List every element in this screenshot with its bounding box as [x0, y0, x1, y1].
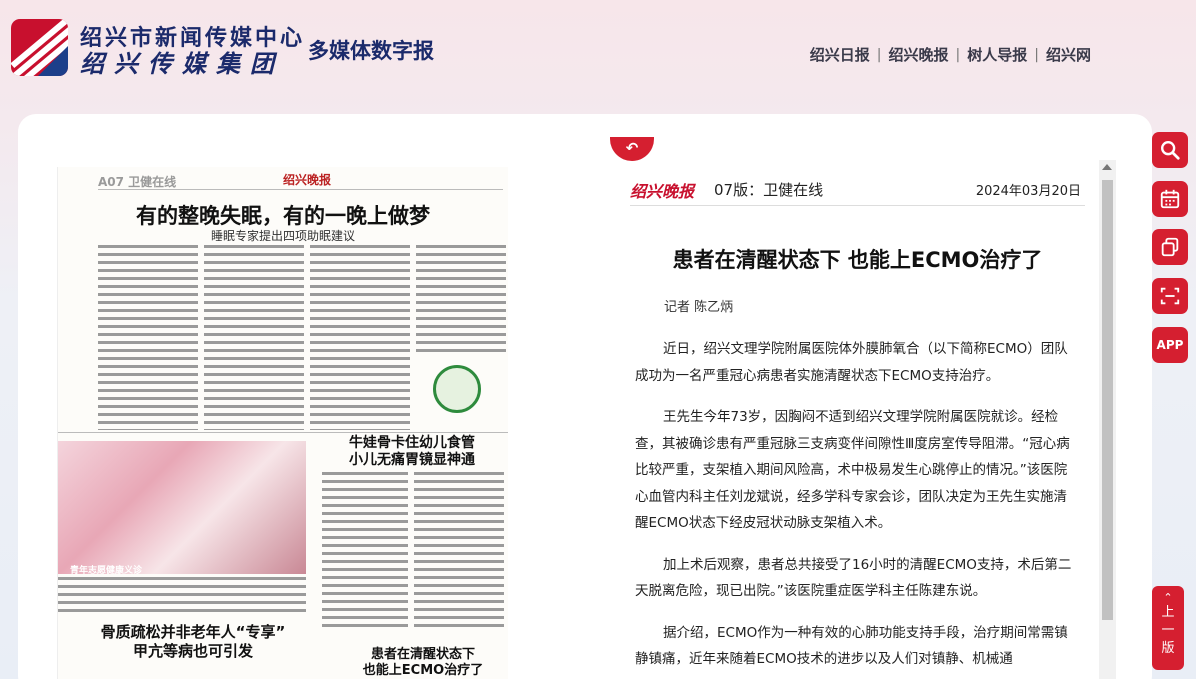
headline-line: 小儿无痛胃镜显神通: [349, 452, 475, 468]
paper-text-column: [310, 245, 410, 430]
article-paragraph: 加上术后观察，患者总共接受了16小时的清醒ECMO支持，术后第二天脱离危险，现已…: [635, 556, 1072, 600]
paper-text-column: [58, 577, 306, 615]
paper-photo[interactable]: [58, 441, 306, 574]
paper-subheadline-sleep: 睡眠专家提出四项助眠建议: [210, 229, 355, 243]
scan-button[interactable]: [1152, 278, 1188, 314]
divider: [58, 432, 508, 433]
top-nav: 绍兴日报 | 绍兴晚报 | 树人导报 | 绍兴网: [810, 44, 1091, 65]
nav-shaoxing-net[interactable]: 绍兴网: [1046, 44, 1091, 65]
article-body: 近日，绍兴文理学院附属医院体外膜肺氧合（以下简称ECMO）团队成功为一名严重冠心…: [635, 336, 1075, 679]
paper-text-column: [416, 245, 506, 355]
site-title: 多媒体数字报: [308, 38, 434, 63]
paper-text-column: [98, 245, 198, 430]
site-header: 绍兴市新闻传媒中心 绍兴传媒集团 多媒体数字报 绍兴日报 | 绍兴晚报 | 树人…: [0, 0, 1196, 100]
divider: [98, 189, 503, 190]
chevron-up-icon: ⌃: [1163, 591, 1173, 604]
article-paragraph: 近日，绍兴文理学院附属医院体外膜肺氧合（以下简称ECMO）团队成功为一名严重冠心…: [635, 341, 1068, 384]
paper-headline-ecmo[interactable]: 患者在清醒状态下 也能上ECMO治疗了: [348, 647, 498, 679]
newspaper-page-image[interactable]: A07 卫健在线 绍兴晚报 有的整晚失眠，有的一晚上做梦 睡眠专家提出四项助眠建…: [57, 167, 508, 679]
nav-separator: |: [876, 46, 882, 63]
search-icon: [1161, 141, 1180, 160]
hospital-seal-icon: [433, 365, 481, 413]
headline-line: 甲亢等病也可引发: [132, 642, 253, 660]
copy-button[interactable]: [1152, 229, 1188, 265]
headline-line: 也能上ECMO治疗了: [362, 663, 484, 678]
scan-icon: [1160, 287, 1180, 305]
nav-shaoxing-daily[interactable]: 绍兴日报: [810, 44, 870, 65]
nav-separator: |: [1034, 46, 1039, 63]
back-arrow-icon: ↶: [625, 139, 639, 157]
app-label: APP: [1156, 338, 1184, 352]
article-author: 记者 陈乙炳: [664, 300, 734, 315]
paper-headline-fishbone[interactable]: 牛娃骨卡住幼儿食管 小儿无痛胃镜显神通: [322, 435, 502, 469]
paper-photo-caption: 青年志愿健康义诊: [70, 566, 143, 576]
app-button[interactable]: APP: [1152, 327, 1188, 363]
prev-page-label: 上一版: [1161, 605, 1175, 656]
search-button[interactable]: [1152, 132, 1188, 168]
article-meta-bar: 绍兴晚报 07版：卫健在线 2024年03月20日: [630, 178, 1085, 206]
paper-edition-label: A07 卫健在线: [98, 175, 177, 189]
logo-icon[interactable]: [11, 19, 68, 76]
paper-text-column: [414, 472, 504, 632]
nav-shuren-herald[interactable]: 树人导报: [967, 44, 1027, 65]
scroll-thumb[interactable]: [1102, 180, 1113, 620]
paper-text-column: [322, 472, 408, 632]
article-edition: 07版：卫健在线: [714, 181, 824, 199]
scroll-up-icon[interactable]: [1102, 164, 1112, 170]
headline-line: 患者在清醒状态下: [370, 647, 475, 662]
copy-icon: [1161, 237, 1179, 257]
previous-edition-button[interactable]: ⌃ 上一版: [1152, 586, 1184, 670]
paper-masthead: 绍兴晚报: [283, 173, 332, 187]
nav-shaoxing-evening[interactable]: 绍兴晚报: [889, 44, 949, 65]
org-group: 绍兴传媒集团: [80, 49, 284, 78]
paper-text-column: [204, 245, 304, 430]
calendar-icon: [1160, 189, 1180, 209]
article-paragraph: 王先生今年73岁，因胸闷不适到绍兴文理学院附属医院就诊。经检查，其被确诊患有严重…: [635, 409, 1070, 531]
nav-separator: |: [955, 46, 961, 63]
article-scrollbar[interactable]: [1099, 160, 1116, 679]
article-brand: 绍兴晚报: [630, 182, 695, 201]
paper-headline-osteoporosis[interactable]: 骨质疏松并非老年人“专享” 甲亢等病也可引发: [88, 623, 298, 661]
headline-line: 骨质疏松并非老年人“专享”: [100, 623, 286, 641]
paper-headline-sleep[interactable]: 有的整晚失眠，有的一晚上做梦: [58, 200, 508, 230]
article-title: 患者在清醒状态下 也能上ECMO治疗了: [672, 248, 1043, 272]
calendar-button[interactable]: [1152, 181, 1188, 217]
article-paragraph: 据介绍，ECMO作为一种有效的心肺功能支持手段，治疗期间常需镇静镇痛，近年来随着…: [635, 624, 1068, 668]
headline-line: 牛娃骨卡住幼儿食管: [349, 435, 475, 451]
article-date: 2024年03月20日: [975, 184, 1081, 199]
